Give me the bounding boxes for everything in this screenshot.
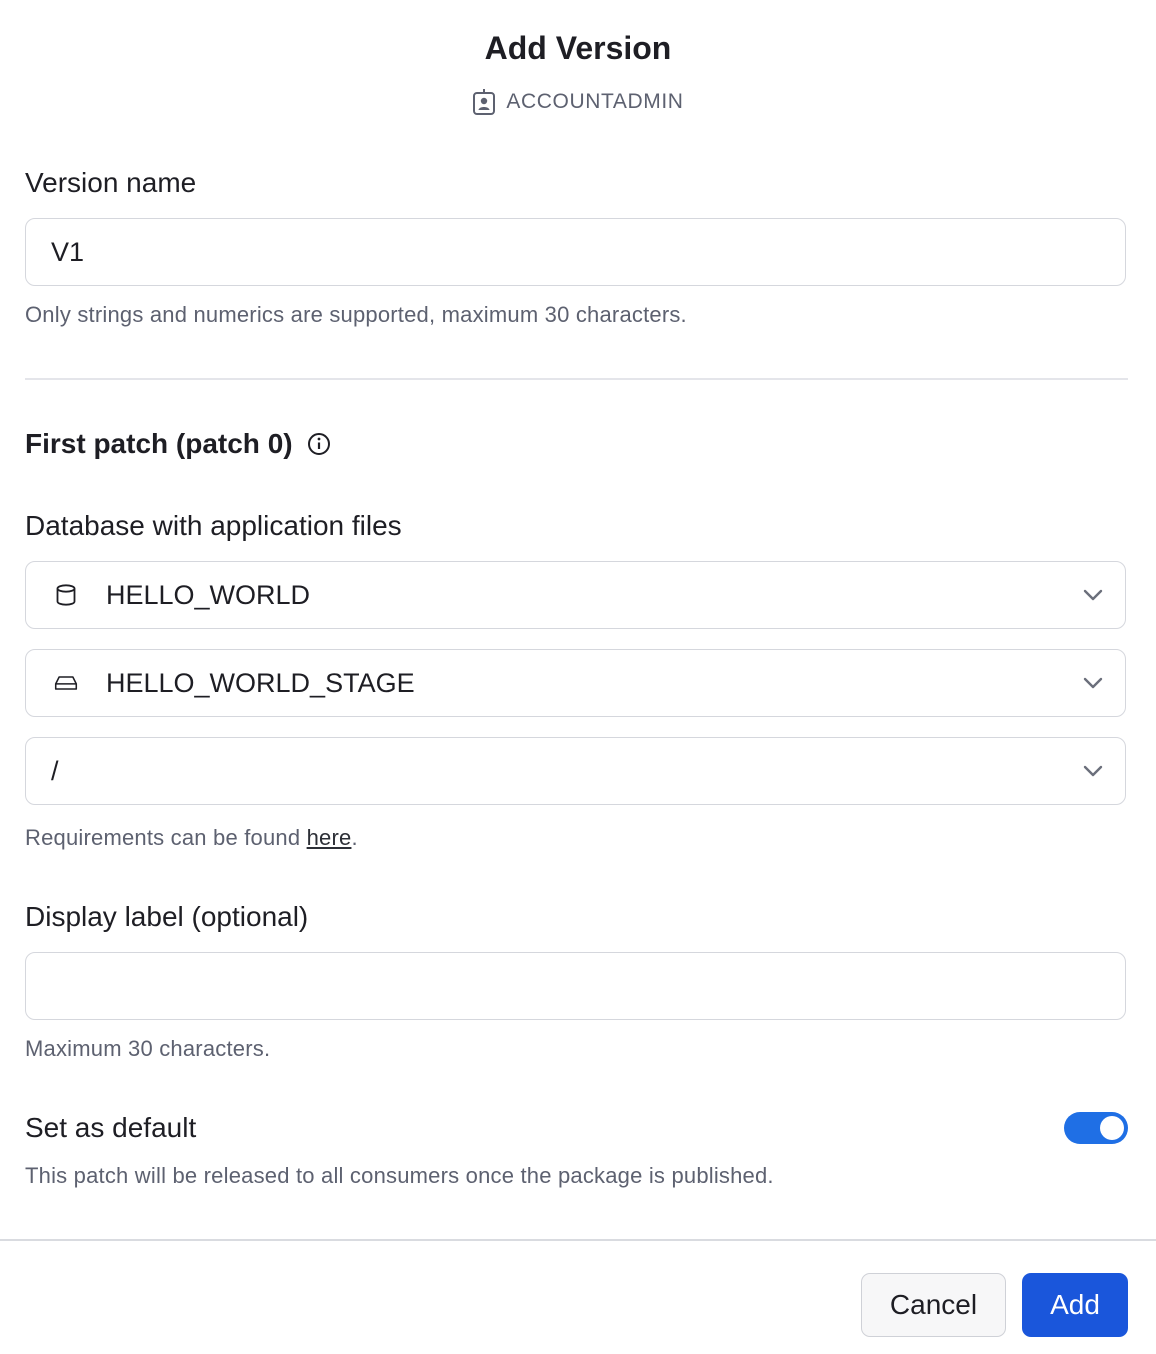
version-name-help: Only strings and numerics are supported,… <box>25 302 687 327</box>
stage-icon <box>54 671 78 695</box>
info-icon[interactable] <box>307 432 331 456</box>
display-label-input[interactable] <box>26 953 1125 1019</box>
user-badge-icon <box>472 88 496 116</box>
database-value: HELLO_WORLD <box>106 579 311 610</box>
requirements-text: Requirements can be found <box>25 825 307 850</box>
database-select[interactable]: HELLO_WORLD <box>25 561 1126 629</box>
first-patch-heading: First patch (patch 0) <box>25 428 331 460</box>
path-select[interactable]: / <box>25 737 1126 805</box>
cancel-button[interactable]: Cancel <box>861 1273 1006 1337</box>
chevron-down-icon <box>1081 583 1105 607</box>
first-patch-title: First patch (patch 0) <box>25 428 293 459</box>
display-label-help: Maximum 30 characters. <box>25 1036 271 1061</box>
toggle-knob <box>1100 1116 1124 1140</box>
database-icon <box>54 583 78 607</box>
chevron-down-icon <box>1081 759 1105 783</box>
footer-divider <box>0 1239 1156 1241</box>
version-name-input[interactable] <box>26 219 1125 285</box>
chevron-down-icon <box>1081 671 1105 695</box>
display-label-label: Display label (optional) <box>25 901 309 932</box>
set-default-label: Set as default <box>25 1112 197 1143</box>
role-indicator: ACCOUNTADMIN <box>0 88 1156 116</box>
display-label-field[interactable] <box>25 952 1126 1020</box>
version-name-label: Version name <box>25 167 197 198</box>
set-default-toggle[interactable] <box>1064 1112 1128 1144</box>
requirements-suffix: . <box>351 825 358 850</box>
stage-select[interactable]: HELLO_WORLD_STAGE <box>25 649 1126 717</box>
add-button[interactable]: Add <box>1022 1273 1128 1337</box>
database-label: Database with application files <box>25 510 402 541</box>
role-name: ACCOUNTADMIN <box>506 90 684 113</box>
version-name-field[interactable] <box>25 218 1126 286</box>
dialog-title: Add Version <box>484 30 672 66</box>
path-value: / <box>51 755 59 786</box>
stage-value: HELLO_WORLD_STAGE <box>106 667 415 698</box>
set-default-help: This patch will be released to all consu… <box>25 1163 774 1188</box>
requirements-help: Requirements can be found here. <box>25 825 358 851</box>
requirements-link[interactable]: here <box>307 825 352 850</box>
section-divider <box>25 378 1128 380</box>
